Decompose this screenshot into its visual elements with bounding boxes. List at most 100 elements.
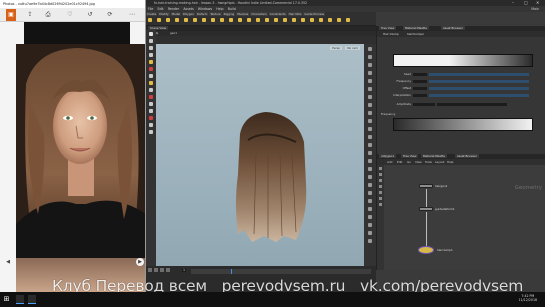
- node-name-field[interactable]: hairClumpsl: [407, 32, 424, 36]
- display-option-icon[interactable]: [368, 199, 372, 203]
- tool-icon[interactable]: [149, 123, 153, 127]
- tab-tree-view[interactable]: Tree View: [401, 154, 419, 158]
- start-button[interactable]: ⊞: [2, 295, 11, 304]
- display-option-icon[interactable]: [368, 47, 372, 51]
- tab-tree-view[interactable]: Tree View: [379, 26, 397, 30]
- param-slider[interactable]: [429, 86, 529, 90]
- tab-asset-browser[interactable]: Asset Browser: [455, 154, 479, 158]
- display-option-icon[interactable]: [368, 183, 372, 187]
- groom-tool-icon[interactable]: [149, 95, 153, 99]
- display-option-icon[interactable]: [368, 215, 372, 219]
- taskbar-app-icon[interactable]: [28, 295, 36, 304]
- net-tool-icon[interactable]: [379, 167, 382, 170]
- param-slider[interactable]: [437, 102, 507, 106]
- heart-icon[interactable]: ♡: [66, 11, 74, 19]
- tab-network[interactable]: /obj/geo1: [379, 154, 397, 158]
- minimize-button[interactable]: –: [512, 0, 514, 5]
- snap-tool-icon[interactable]: [149, 88, 153, 92]
- jump-start-button[interactable]: [148, 268, 152, 272]
- shelf-tool-icon[interactable]: [346, 18, 350, 22]
- close-button[interactable]: ✕: [536, 0, 539, 5]
- net-menu-help[interactable]: Help: [447, 160, 453, 164]
- shelf-tab[interactable]: Model: [170, 12, 181, 16]
- display-option-icon[interactable]: [368, 119, 372, 123]
- param-slider[interactable]: [429, 72, 529, 76]
- display-option-icon[interactable]: [368, 103, 372, 107]
- net-menu-add[interactable]: Add: [387, 160, 392, 164]
- ramp-editor-frequency[interactable]: [393, 118, 533, 131]
- shelf-tool-icon[interactable]: [211, 18, 215, 22]
- folder-icon[interactable]: ▣: [6, 9, 16, 21]
- next-photo-icon[interactable]: ▶: [136, 258, 144, 266]
- select-tool-icon[interactable]: [149, 32, 153, 36]
- display-option-icon[interactable]: [368, 239, 372, 243]
- shelf-tab[interactable]: Texture: [209, 12, 222, 16]
- shelf-tool-icon[interactable]: [202, 18, 206, 22]
- param-slider[interactable]: [429, 79, 529, 83]
- shelf-tab[interactable]: Constraints: [268, 12, 287, 16]
- param-field[interactable]: [413, 102, 435, 106]
- taskbar-app-icon[interactable]: [16, 295, 24, 304]
- tab-material-palette[interactable]: Material Palette: [421, 154, 447, 158]
- tool-icon[interactable]: [149, 130, 153, 134]
- previous-photo-icon[interactable]: ◀: [4, 258, 12, 266]
- param-slider[interactable]: [429, 93, 529, 97]
- rotate-tool-icon[interactable]: [149, 46, 153, 50]
- shelf-tool-icon[interactable]: [301, 18, 305, 22]
- net-menu-edit[interactable]: Edit: [397, 160, 402, 164]
- share-icon[interactable]: ⇪: [26, 11, 34, 19]
- param-field[interactable]: [413, 79, 427, 83]
- net-tool-icon[interactable]: [379, 185, 382, 188]
- param-field[interactable]: [413, 72, 427, 76]
- scale-tool-icon[interactable]: [149, 53, 153, 57]
- ramp-editor[interactable]: [393, 54, 533, 67]
- net-tool-icon[interactable]: [379, 191, 382, 194]
- view-tool-icon[interactable]: [149, 74, 153, 78]
- display-option-icon[interactable]: [368, 143, 372, 147]
- maximize-button[interactable]: □: [524, 0, 528, 5]
- net-tool-icon[interactable]: [379, 179, 382, 182]
- shelf-tab[interactable]: Modify: [158, 12, 170, 16]
- persp-menu[interactable]: Persp: [330, 46, 342, 50]
- tool-icon[interactable]: [149, 102, 153, 106]
- tab-material-palette[interactable]: Material Palette: [403, 26, 429, 30]
- playhead[interactable]: [231, 269, 232, 274]
- net-menu-layout[interactable]: Layout: [435, 160, 445, 164]
- display-option-icon[interactable]: [368, 127, 372, 131]
- shelf-tool-icon[interactable]: [184, 18, 188, 22]
- play-button[interactable]: [160, 268, 164, 272]
- shelf-tab[interactable]: Create: [146, 12, 158, 16]
- shelf-tool-icon[interactable]: [292, 18, 296, 22]
- net-menu-view[interactable]: View: [415, 160, 422, 164]
- rotate-icon[interactable]: ⟳: [106, 11, 114, 19]
- display-option-icon[interactable]: [368, 159, 372, 163]
- param-field[interactable]: [413, 93, 427, 97]
- desktop-selector[interactable]: Main: [531, 6, 539, 12]
- display-option-icon[interactable]: [368, 167, 372, 171]
- move-tool-icon[interactable]: [149, 39, 153, 43]
- path-node[interactable]: geo1: [170, 31, 177, 35]
- shelf-tool-icon[interactable]: [157, 18, 161, 22]
- brush-tool-icon[interactable]: [149, 81, 153, 85]
- shelf-tool-icon[interactable]: [193, 18, 197, 22]
- display-option-icon[interactable]: [368, 231, 372, 235]
- shelf-tool-icon[interactable]: [148, 18, 152, 22]
- net-menu-tools[interactable]: Tools: [425, 160, 432, 164]
- node-guidedeform[interactable]: [419, 207, 433, 211]
- display-option-icon[interactable]: [368, 63, 372, 67]
- shelf-tool-icon[interactable]: [274, 18, 278, 22]
- shelf-tool-icon[interactable]: [310, 18, 314, 22]
- net-tool-icon[interactable]: [379, 173, 382, 176]
- net-menu-go[interactable]: Go: [407, 160, 411, 164]
- tool-icon[interactable]: [149, 116, 153, 120]
- jump-end-button[interactable]: [166, 268, 170, 272]
- shelf-tool-icon[interactable]: [229, 18, 233, 22]
- display-option-icon[interactable]: [368, 95, 372, 99]
- shelf-tool-icon[interactable]: [220, 18, 224, 22]
- param-field[interactable]: [413, 86, 427, 90]
- shelf-tab[interactable]: Characters: [250, 12, 268, 16]
- handle-tool-icon[interactable]: [149, 60, 153, 64]
- shelf-tab[interactable]: Guide Process: [303, 12, 326, 16]
- shelf-tool-icon[interactable]: [238, 18, 242, 22]
- undo-icon[interactable]: ↺: [86, 11, 94, 19]
